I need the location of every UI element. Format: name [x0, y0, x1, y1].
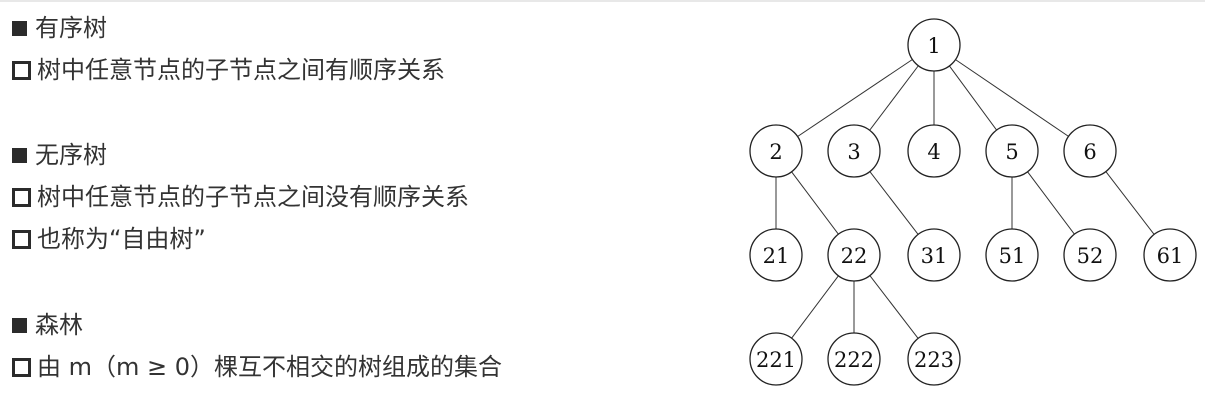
tree-node-label: 3 — [847, 140, 860, 164]
tree-node-label: 21 — [763, 244, 790, 268]
tree-edge-1-3 — [869, 65, 919, 131]
heading-text: 森林 — [35, 311, 83, 339]
section-heading-unordered-tree: 无序树 — [12, 140, 107, 170]
tree-node-51: 51 — [985, 228, 1039, 282]
tree-edge-2-22 — [791, 171, 839, 235]
tree-node-label: 4 — [927, 140, 940, 164]
tree-node-3: 3 — [827, 124, 881, 178]
section-heading-forest: 森林 — [12, 310, 83, 340]
section-heading-ordered-tree: 有序树 — [12, 13, 107, 43]
filled-square-bullet-icon — [12, 317, 27, 333]
tree-node-label: 2 — [769, 140, 782, 164]
tree-node-1: 1 — [907, 18, 961, 72]
tree-node-2: 2 — [749, 124, 803, 178]
tree-node-label: 222 — [834, 348, 874, 372]
bullet-text: 由 m（m ≥ 0）棵互不相交的树组成的集合 — [37, 353, 503, 381]
tree-edge-5-52 — [1027, 171, 1075, 235]
tree-edge-6-61 — [1105, 171, 1155, 235]
tree-node-label: 31 — [921, 244, 948, 268]
hollow-square-bullet-icon — [12, 229, 31, 249]
filled-square-bullet-icon — [12, 20, 27, 36]
bullet-item: 树中任意节点的子节点之间没有顺序关系 — [12, 182, 469, 212]
tree-edge-22-221 — [791, 275, 839, 339]
tree-node-4: 4 — [907, 124, 961, 178]
bullet-item: 由 m（m ≥ 0）棵互不相交的树组成的集合 — [12, 352, 502, 382]
tree-node-22: 22 — [827, 228, 881, 282]
tree-node-223: 223 — [907, 332, 961, 386]
bullet-item: 树中任意节点的子节点之间有顺序关系 — [12, 55, 445, 85]
tree-edge-3-31 — [869, 171, 919, 235]
tree-node-21: 21 — [749, 228, 803, 282]
tree-node-6: 6 — [1063, 124, 1117, 178]
tree-node-61: 61 — [1143, 228, 1197, 282]
tree-edges — [775, 59, 1155, 339]
bullet-item: 也称为“自由树” — [12, 224, 206, 254]
bullet-text: 也称为“自由树” — [37, 225, 206, 253]
tree-node-label: 221 — [756, 348, 796, 372]
tree-node-label: 223 — [914, 348, 954, 372]
tree-diagram: 1 2 3 4 5 6 21 22 31 51 52 61 221 222 223 — [749, 18, 1197, 386]
heading-text: 无序树 — [35, 141, 107, 169]
tree-node-label: 52 — [1077, 244, 1104, 268]
tree-node-221: 221 — [749, 332, 803, 386]
tree-node-label: 22 — [841, 244, 868, 268]
bullet-text: 树中任意节点的子节点之间有顺序关系 — [37, 56, 445, 84]
tree-node-label: 1 — [927, 34, 940, 58]
tree-node-label: 61 — [1157, 244, 1184, 268]
hollow-square-bullet-icon — [12, 60, 31, 80]
filled-square-bullet-icon — [12, 147, 27, 163]
tree-node-52: 52 — [1063, 228, 1117, 282]
tree-edge-22-223 — [869, 275, 919, 339]
hollow-square-bullet-icon — [12, 357, 31, 377]
tree-node-31: 31 — [907, 228, 961, 282]
bullet-text: 树中任意节点的子节点之间没有顺序关系 — [37, 183, 469, 211]
tree-node-label: 51 — [999, 244, 1026, 268]
tree-node-label: 5 — [1005, 140, 1018, 164]
tree-node-5: 5 — [985, 124, 1039, 178]
tree-node-222: 222 — [827, 332, 881, 386]
top-divider — [0, 0, 1205, 2]
heading-text: 有序树 — [35, 14, 107, 42]
tree-node-label: 6 — [1083, 140, 1096, 164]
hollow-square-bullet-icon — [12, 187, 31, 207]
tree-edge-1-5 — [949, 65, 997, 131]
